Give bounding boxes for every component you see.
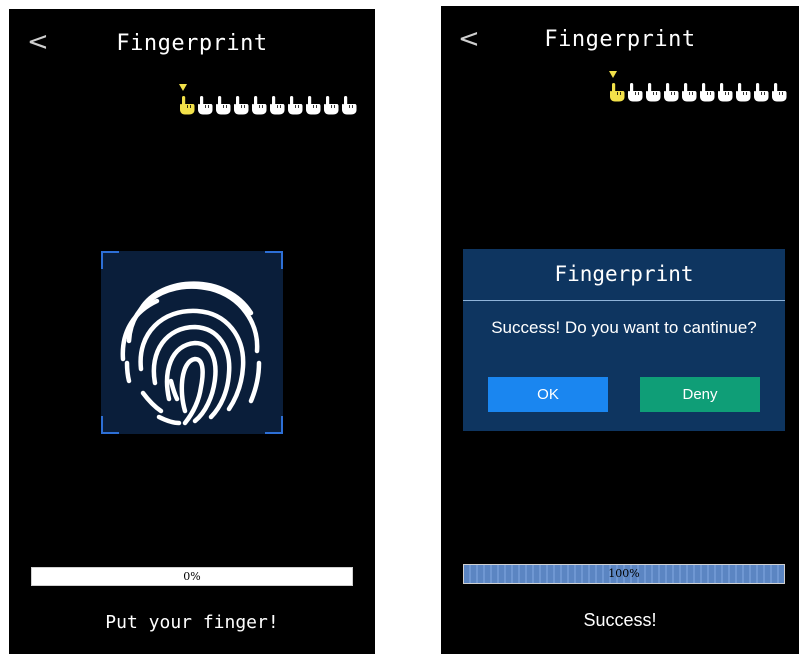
step-9-pointing-hand-icon	[322, 91, 340, 115]
step-8-pointing-hand-icon	[734, 78, 752, 102]
step-3-pointing-hand-icon	[214, 91, 232, 115]
step-1-pointing-hand-icon	[178, 84, 196, 115]
enroll-progress-bar: 100%	[463, 564, 785, 584]
status-message: Put your finger!	[105, 612, 279, 633]
ok-button[interactable]: OK	[488, 377, 608, 412]
fingerprint-screen-success: < Fingerprint Fingerprint Success! Do yo…	[441, 6, 799, 654]
progress-label: 100%	[608, 567, 640, 580]
step-10-pointing-hand-icon	[340, 91, 358, 115]
dialog-title: Fingerprint	[554, 262, 694, 286]
step-2-pointing-hand-icon	[196, 91, 214, 115]
frame-corner-top-left	[101, 251, 119, 269]
step-5-pointing-hand-icon	[680, 78, 698, 102]
enroll-progress-bar: 0%	[31, 567, 353, 586]
deny-button[interactable]: Deny	[640, 377, 760, 412]
step-3-pointing-hand-icon	[644, 78, 662, 102]
frame-corner-bottom-left	[101, 416, 119, 434]
dialog-message: Success! Do you want to cantinue?	[491, 318, 757, 337]
dialog-divider	[463, 300, 785, 301]
step-4-pointing-hand-icon	[662, 78, 680, 102]
step-9-pointing-hand-icon	[752, 78, 770, 102]
fingerprint-screen-enroll: < Fingerprint 0% Put your finger!	[9, 9, 375, 654]
step-indicator	[608, 71, 788, 102]
step-7-pointing-hand-icon	[286, 91, 304, 115]
fingerprint-scan-area[interactable]	[101, 251, 283, 434]
fingerprint-icon	[120, 281, 262, 426]
current-step-marker	[609, 71, 617, 78]
success-dialog: Fingerprint Success! Do you want to cant…	[463, 249, 785, 431]
step-10-pointing-hand-icon	[770, 78, 788, 102]
progress-label: 0%	[183, 570, 201, 583]
current-step-marker	[179, 84, 187, 91]
frame-corner-top-right	[265, 251, 283, 269]
page-title: Fingerprint	[544, 27, 696, 52]
page-title: Fingerprint	[116, 31, 268, 56]
step-8-pointing-hand-icon	[304, 91, 322, 115]
step-indicator	[178, 84, 358, 115]
step-5-pointing-hand-icon	[250, 91, 268, 115]
status-message: Success!	[583, 610, 657, 630]
frame-corner-bottom-right	[265, 416, 283, 434]
step-1-pointing-hand-icon	[608, 71, 626, 102]
step-4-pointing-hand-icon	[232, 91, 250, 115]
step-2-pointing-hand-icon	[626, 78, 644, 102]
step-6-pointing-hand-icon	[268, 91, 286, 115]
step-7-pointing-hand-icon	[716, 78, 734, 102]
step-6-pointing-hand-icon	[698, 78, 716, 102]
